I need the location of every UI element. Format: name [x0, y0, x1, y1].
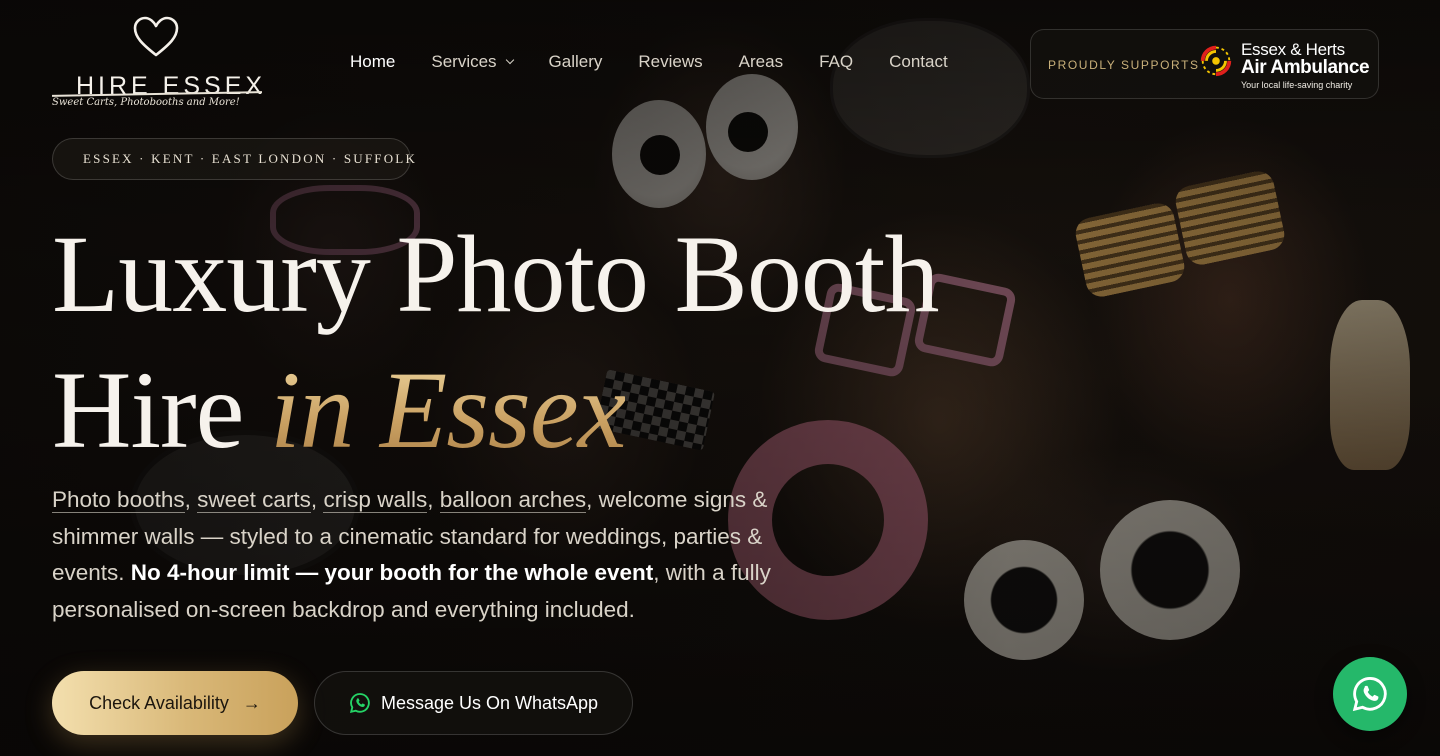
- supports-label: PROUDLY SUPPORTS: [1048, 58, 1200, 72]
- desc-separator: ,: [427, 487, 440, 512]
- desc-separator: ,: [184, 487, 198, 512]
- nav-item-services[interactable]: Services: [431, 52, 514, 72]
- chevron-down-icon: [505, 55, 514, 65]
- check-availability-button[interactable]: Check Availability →: [52, 671, 298, 735]
- nav-label: FAQ: [819, 52, 854, 71]
- arrow-right-icon: →: [242, 692, 261, 713]
- nav-item-areas[interactable]: Areas: [739, 52, 783, 72]
- nav-label: Services: [431, 52, 497, 71]
- charity-tagline: Your local life-saving charity: [1241, 80, 1353, 90]
- nav-item-faq[interactable]: FAQ: [819, 52, 853, 72]
- nav-label: Gallery: [548, 52, 603, 71]
- headline-line2-accent: in Essex: [269, 349, 627, 471]
- whatsapp-button-label: Message Us On WhatsApp: [380, 692, 599, 713]
- service-link-balloon-arches[interactable]: balloon arches: [439, 487, 587, 513]
- hero-description: Photo booths, sweet carts, crisp walls, …: [52, 482, 822, 628]
- nav-label: Home: [350, 52, 396, 71]
- nav-item-contact[interactable]: Contact: [889, 52, 948, 72]
- whatsapp-message-button[interactable]: Message Us On WhatsApp: [314, 671, 633, 735]
- desc-separator: ,: [310, 487, 324, 512]
- desc-highlight: No 4-hour limit — your booth for the who…: [130, 560, 654, 586]
- logo-tagline: Sweet Carts, Photobooths and More!: [52, 97, 240, 108]
- service-areas-text: ESSEX · KENT · EAST LONDON · SUFFOLK: [83, 151, 418, 166]
- nav-label: Reviews: [638, 52, 703, 71]
- check-availability-label: Check Availability: [89, 692, 229, 713]
- whatsapp-icon: [1352, 677, 1387, 712]
- nav-item-home[interactable]: Home: [350, 52, 395, 72]
- headline-line2-plain: Hire: [52, 349, 270, 471]
- desc-separator: ,: [586, 487, 599, 512]
- charity-support-badge[interactable]: PROUDLY SUPPORTS Essex & Herts Air Ambul…: [1030, 29, 1379, 99]
- whatsapp-floating-button[interactable]: [1333, 657, 1407, 731]
- service-link-photo-booths[interactable]: Photo booths: [52, 487, 185, 513]
- headline-line1: Luxury Photo Booth: [52, 213, 939, 335]
- site-logo[interactable]: HIRE ESSEX Sweet Carts, Photobooths and …: [51, 14, 267, 114]
- whatsapp-icon: [349, 693, 370, 714]
- hero-headline: Luxury Photo Booth Hire in Essex: [52, 206, 939, 478]
- charity-name-line2: Air Ambulance: [1241, 57, 1370, 78]
- air-ambulance-logo: [1200, 45, 1232, 77]
- service-link-sweet-carts[interactable]: sweet carts: [197, 487, 311, 513]
- service-areas-pill: ESSEX · KENT · EAST LONDON · SUFFOLK: [52, 138, 415, 180]
- nav-label: Contact: [889, 52, 948, 71]
- heart-icon: [133, 16, 179, 57]
- nav-item-reviews[interactable]: Reviews: [638, 52, 702, 72]
- nav-item-gallery[interactable]: Gallery: [549, 52, 603, 72]
- main-navigation: Home Services Gallery Reviews Areas FAQ …: [350, 52, 984, 72]
- service-link-crisp-walls[interactable]: crisp walls: [323, 487, 428, 513]
- nav-label: Areas: [738, 52, 784, 71]
